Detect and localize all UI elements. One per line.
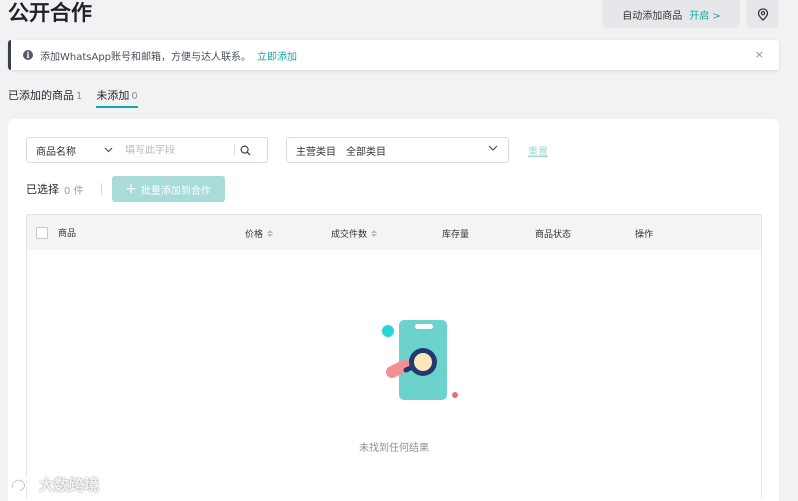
search-group: 商品名称 [26,137,268,163]
tab-label: 已添加的商品 [8,89,74,102]
page-title: 公开合作 [8,1,92,25]
reset-link[interactable]: 重置 [528,143,548,158]
empty-state-text: 未找到任何结果 [359,443,429,454]
sort-icon [371,230,378,237]
chevron-down-icon [488,145,498,151]
column-header-actions: 操作 [635,227,653,240]
tab-label: 未添加 [96,89,130,102]
notice-text: 添加WhatsApp账号和邮箱，方便与达人联系。 [40,51,252,63]
select-all-column: 商品 [36,226,76,239]
selected-label: 已选择 [26,183,59,196]
add-now-link[interactable]: 立即添加 [257,48,297,63]
watermark-text: 大数跨境 [39,476,100,494]
category-label: 主营类目 [296,146,336,158]
category-value: 全部类目 [346,146,386,158]
batch-add-button[interactable]: + 批量添加到合作 [111,176,225,202]
location-pin-icon [757,7,769,21]
auto-add-products-button[interactable]: 自动添加商品 开启 > [603,0,740,28]
selection-bar: 已选择 0 件 + 批量添加到合作 [26,176,225,202]
search-icon[interactable] [235,144,255,156]
location-pin-button[interactable] [747,0,779,28]
close-icon[interactable]: × [755,48,764,61]
column-label: 商品状态 [535,230,572,240]
batch-add-label: 批量添加到合作 [140,185,211,197]
product-table: 商品 价格 成交件数 库存量 商品状态 操作 未找到任何结果 [26,214,762,498]
auto-add-label: 自动添加商品 [622,10,683,22]
column-header-sales[interactable]: 成交件数 [331,227,378,240]
search-field-select[interactable]: 商品名称 [27,143,119,158]
selected-count: 0 件 [64,185,84,197]
tab-count: 1 [76,91,83,102]
column-header-stock: 库存量 [442,227,469,240]
column-header-status: 商品状态 [535,227,571,240]
sort-icon [267,230,274,237]
category-select[interactable]: 主营类目 全部类目 [286,137,509,163]
watermark-logo-icon [10,476,34,491]
search-field-label: 商品名称 [36,146,76,158]
plus-icon: + [125,181,137,197]
column-label: 操作 [635,230,654,240]
table-header: 商品 价格 成交件数 库存量 商品状态 操作 [27,215,761,250]
product-tabs: 已添加的商品 1 未添加 0 [8,87,138,108]
column-label: 成交件数 [331,230,368,240]
empty-search-illustration [382,320,458,400]
chevron-down-icon [104,147,113,153]
watermark-logo: 大数跨境 [9,474,99,495]
info-icon: i [23,50,33,60]
auto-add-status: 开启 > [689,10,721,22]
column-header-price[interactable]: 价格 [245,227,274,240]
tab-not-added[interactable]: 未添加 0 [96,87,138,108]
divider [100,183,102,195]
column-header-product: 商品 [58,229,77,239]
whatsapp-notice-banner: i 添加WhatsApp账号和邮箱，方便与达人联系。 立即添加 × [8,40,779,70]
tab-count: 0 [131,91,138,102]
select-all-checkbox[interactable] [36,226,48,239]
tab-added-products[interactable]: 已添加的商品 1 [8,87,82,108]
search-input[interactable] [119,144,234,156]
column-label: 库存量 [442,230,470,240]
product-panel: 商品名称 主营类目 全部类目 重置 已选择 0 件 + 批量添加到合作 商品 [8,119,779,501]
column-label: 价格 [245,230,264,240]
